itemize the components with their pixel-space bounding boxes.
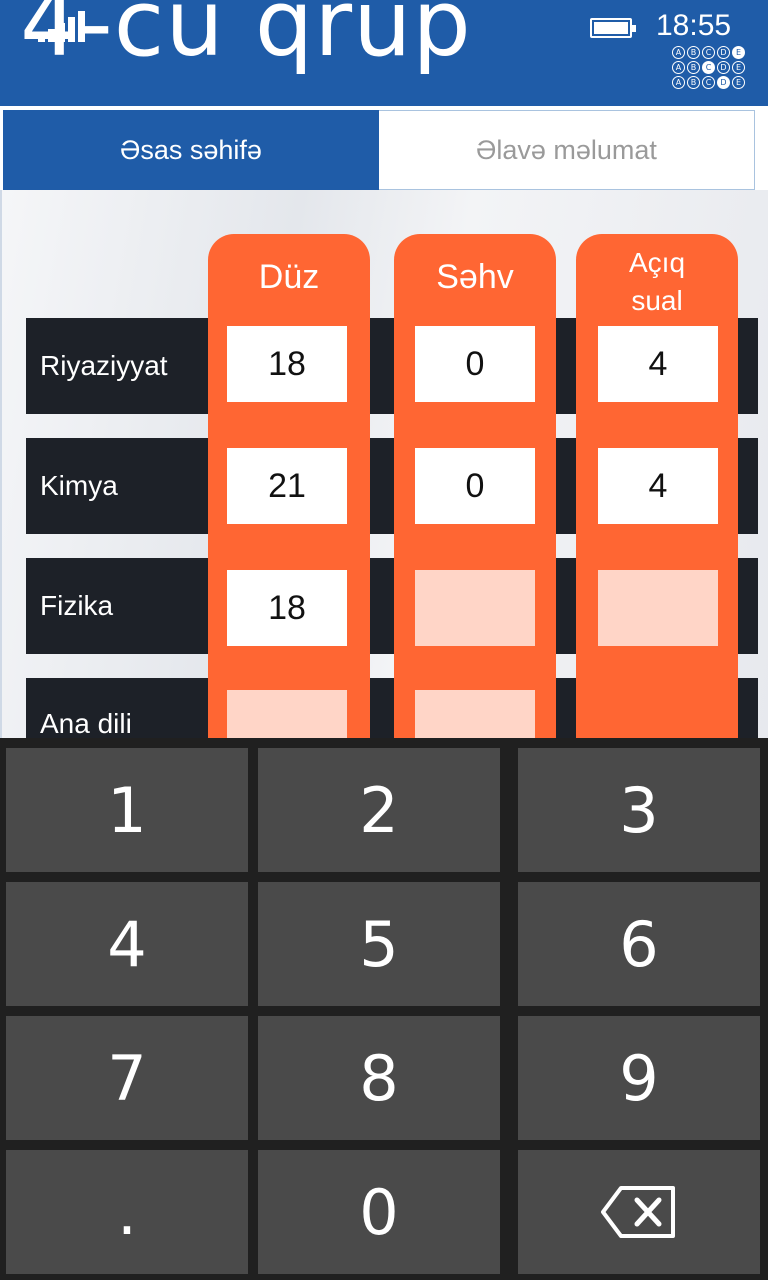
key-6[interactable]: 6	[518, 882, 760, 1006]
score-entry-panel: Riyaziyyat Kimya Fizika Ana dili Düz 18 …	[0, 190, 768, 738]
input-fizika-duz[interactable]: 18	[227, 570, 347, 646]
backspace-icon	[601, 1186, 675, 1238]
input-ana-dili-duz[interactable]	[227, 690, 347, 738]
key-0[interactable]: 0	[258, 1150, 500, 1274]
column-header-sehv: Səhv	[436, 258, 514, 296]
tab-additional-info[interactable]: Əlavə məlumat	[379, 110, 755, 190]
column-sehv: Səhv 0 0	[394, 234, 556, 738]
status-time: 18:55	[656, 9, 732, 42]
key-2[interactable]: 2	[258, 748, 500, 872]
key-5[interactable]: 5	[258, 882, 500, 1006]
input-fizika-aciq[interactable]	[598, 570, 718, 646]
input-kimya-sehv[interactable]: 0	[415, 448, 535, 524]
column-header-duz: Düz	[258, 258, 320, 296]
input-kimya-aciq[interactable]: 4	[598, 448, 718, 524]
numeric-keypad: 1 2 3 4 5 6 7 8 9 . 0	[0, 738, 768, 1280]
tab-main-page[interactable]: Əsas səhifə	[3, 110, 379, 190]
tab-bar: Əsas səhifə Əlavə məlumat	[3, 110, 755, 190]
key-1[interactable]: 1	[6, 748, 248, 872]
app-header: 4-cü qrup 18:55 A B C D E A B C D E A B …	[0, 0, 768, 106]
input-riyaziyyat-duz[interactable]: 18	[227, 326, 347, 402]
key-8[interactable]: 8	[258, 1016, 500, 1140]
column-duz: Düz 18 21 18	[208, 234, 370, 738]
answer-sheet-logo-icon: A B C D E A B C D E A B C D E	[672, 46, 752, 90]
key-7[interactable]: 7	[6, 1016, 248, 1140]
subject-label-kimya: Kimya	[40, 470, 118, 501]
input-ana-dili-sehv[interactable]	[415, 690, 535, 738]
subject-label-riyaziyyat: Riyaziyyat	[40, 350, 168, 381]
battery-icon	[590, 18, 636, 38]
input-kimya-duz[interactable]: 21	[227, 448, 347, 524]
key-4[interactable]: 4	[6, 882, 248, 1006]
column-aciq-sual: Açıq sual 4 4	[576, 234, 738, 738]
key-decimal[interactable]: .	[6, 1150, 248, 1274]
subject-label-ana-dili: Ana dili	[40, 708, 132, 738]
key-backspace[interactable]	[518, 1150, 760, 1274]
key-9[interactable]: 9	[518, 1016, 760, 1140]
key-3[interactable]: 3	[518, 748, 760, 872]
input-riyaziyyat-aciq[interactable]: 4	[598, 326, 718, 402]
column-header-aciq-sual: Açıq sual	[628, 247, 686, 316]
signal-strength-icon	[38, 10, 88, 42]
input-fizika-sehv[interactable]	[415, 570, 535, 646]
subject-label-fizika: Fizika	[40, 590, 114, 621]
input-riyaziyyat-sehv[interactable]: 0	[415, 326, 535, 402]
